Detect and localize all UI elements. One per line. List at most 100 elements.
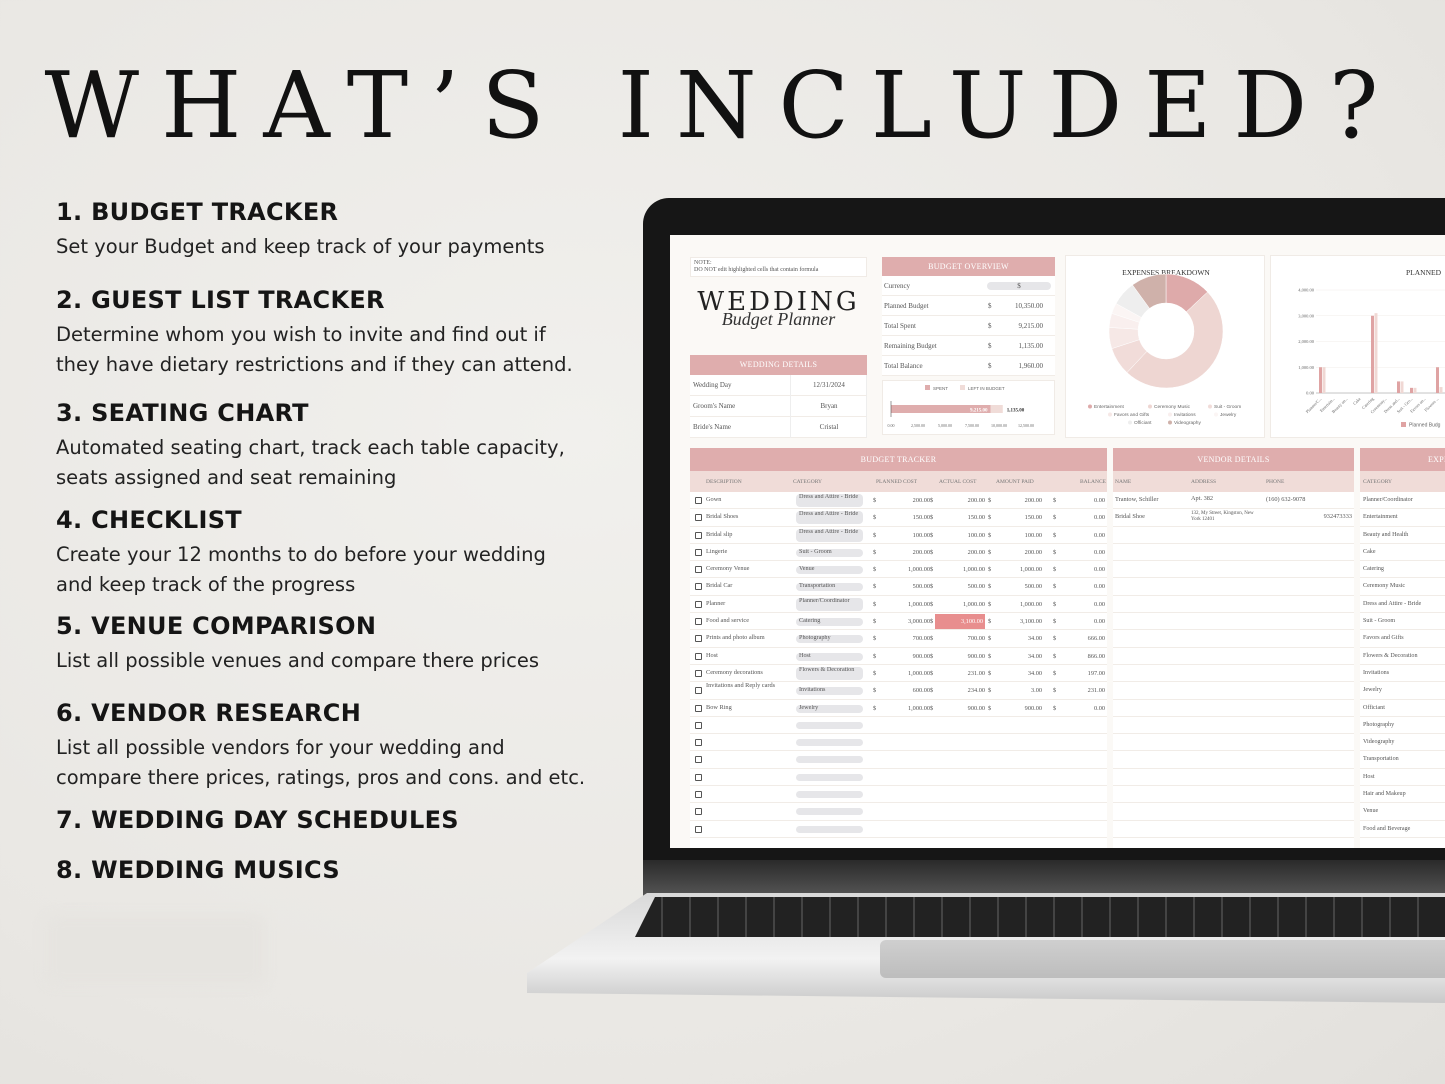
category-chip[interactable]: Suit - Groom xyxy=(796,548,863,557)
currency-symbol: $ xyxy=(1053,635,1057,643)
category-chip[interactable]: Dress and Attire - Bride xyxy=(796,494,863,507)
category-chip[interactable]: Photography xyxy=(796,635,863,644)
checkbox[interactable] xyxy=(695,773,702,781)
currency-symbol: $ xyxy=(873,635,877,643)
bar xyxy=(1322,367,1326,393)
expense-category-row: Hair and Makeup xyxy=(1360,786,1445,804)
category-chip[interactable] xyxy=(796,808,863,816)
currency-symbol: $ xyxy=(1053,548,1057,556)
category-chip[interactable]: Dress and Attire - Bride xyxy=(796,511,863,525)
category-chip[interactable]: Catering xyxy=(796,618,863,627)
table-row: Bridal slip Dress and Attire - Bride $100.… xyxy=(690,527,1107,544)
feature-item: 1. BUDGET TRACKER Set your Budget and kee… xyxy=(56,198,545,262)
overview-label: Planned Budget xyxy=(884,302,929,310)
checkbox[interactable] xyxy=(695,739,702,747)
checkbox[interactable] xyxy=(695,497,702,504)
description-cell: Bridal Shoes xyxy=(706,513,739,521)
category-chip[interactable] xyxy=(796,791,863,799)
legend-swatch xyxy=(925,385,930,390)
checkbox[interactable] xyxy=(695,600,702,608)
column-header: CATEGORY xyxy=(1363,479,1393,485)
checkbox[interactable] xyxy=(695,808,702,816)
table-row: Trantow, Schiller Apt. 382 (160) 632-9078 xyxy=(1113,492,1354,510)
chart-title: PLANNED xyxy=(1406,268,1442,277)
category-chip[interactable]: Flowers & Decoration xyxy=(796,666,863,680)
description-cell: Ceremony Venue xyxy=(706,565,750,573)
bar xyxy=(1439,387,1443,393)
currency-symbol: $ xyxy=(1053,704,1057,712)
column-header: PLANNED COST xyxy=(876,479,918,485)
checkbox[interactable] xyxy=(695,721,702,729)
expense-category-row: Entertainment xyxy=(1360,509,1445,527)
amount-cell: 150.00 xyxy=(967,514,985,522)
budget-tracker-header: BUDGET TRACKER xyxy=(690,448,1107,471)
checkbox[interactable] xyxy=(695,756,702,764)
currency-symbol: $ xyxy=(988,548,992,556)
checkbox[interactable] xyxy=(695,618,702,626)
checkbox[interactable] xyxy=(695,583,702,591)
legend-swatch xyxy=(1108,412,1112,417)
checkbox[interactable] xyxy=(695,669,702,677)
vendor-details-header: VENDOR DETAILS xyxy=(1113,448,1354,471)
amount-cell: 231.00 xyxy=(967,669,985,677)
currency-symbol: $ xyxy=(873,669,877,677)
overview-value: 10,350.00 xyxy=(1015,302,1043,310)
category-chip[interactable] xyxy=(796,773,863,781)
table-row xyxy=(1113,665,1354,683)
currency-symbol: $ xyxy=(930,652,934,660)
category-chip[interactable]: Planner/Coordinator xyxy=(796,597,863,611)
category-chip[interactable]: Host xyxy=(796,652,863,661)
checkbox[interactable] xyxy=(695,825,702,833)
checkbox[interactable] xyxy=(695,791,702,799)
category-chip[interactable]: Dress and Attire - Bride xyxy=(796,528,863,542)
table-row: Bridal Shoe 132, My Street, Kingston, New… xyxy=(1113,509,1354,527)
checkbox[interactable] xyxy=(695,548,702,556)
currency-symbol: $ xyxy=(988,652,992,660)
expense-category-row: Invitations xyxy=(1360,665,1445,683)
amount-cell: 900.00 xyxy=(912,652,930,660)
category-chip[interactable] xyxy=(796,739,863,747)
expense-category: Videography xyxy=(1363,739,1395,746)
category-chip[interactable] xyxy=(796,756,863,764)
currency-symbol: $ xyxy=(1053,669,1057,677)
checkbox[interactable] xyxy=(695,687,702,695)
currency-symbol: $ xyxy=(930,618,934,626)
checkbox[interactable] xyxy=(695,704,702,712)
overview-row: Planned Budget $10,350.00 xyxy=(882,296,1055,316)
currency-symbol: $ xyxy=(1053,600,1057,608)
page-title: WHAT’S INCLUDED? xyxy=(44,52,1401,159)
detail-value[interactable]: Bryan xyxy=(790,396,867,417)
currency-select[interactable]: $ xyxy=(987,282,1051,290)
checkbox[interactable] xyxy=(695,566,702,574)
category-chip[interactable]: Venue xyxy=(796,566,863,575)
category-chip[interactable] xyxy=(796,721,863,729)
amount-cell: 34.00 xyxy=(1027,652,1042,660)
feature-item: 7. WEDDING DAY SCHEDULES xyxy=(56,806,459,834)
table-row: Planner Planner/Coordinator $1,000.00 $1,00… xyxy=(690,596,1107,614)
legend-label: Ceremony Music xyxy=(1154,404,1191,410)
description-cell: Lingerie xyxy=(706,547,728,555)
amount-cell: 600.00 xyxy=(912,687,930,695)
category-chip[interactable]: Invitations xyxy=(796,687,863,696)
legend-label: Invitations xyxy=(1174,412,1196,418)
category-chip[interactable]: Transportation xyxy=(796,583,863,592)
overview-value: 9,215.00 xyxy=(1018,322,1044,330)
table-row: Bridal Car Transportation $500.00 $500.00 $5… xyxy=(690,578,1107,596)
legend-label: Entertainment xyxy=(1094,404,1125,410)
checkbox[interactable] xyxy=(695,635,702,643)
detail-value[interactable]: Cristal xyxy=(790,417,867,438)
checkbox[interactable] xyxy=(695,531,702,539)
table-row xyxy=(1113,769,1354,787)
table-row: Ceremony decorations Flowers & Decoration… xyxy=(690,665,1107,683)
checkbox[interactable] xyxy=(695,652,702,660)
column-header: DESCRIPTION xyxy=(706,479,742,485)
expenses-header: EXPENS xyxy=(1360,448,1445,471)
currency-symbol: $ xyxy=(988,583,992,591)
feature-description-line: List all possible vendors for your weddi… xyxy=(56,736,505,759)
category-chip[interactable]: Jewelry xyxy=(796,704,863,713)
currency-symbol: $ xyxy=(930,704,934,712)
category-chip[interactable] xyxy=(796,825,863,833)
detail-value[interactable]: 12/31/2024 xyxy=(790,375,867,396)
checkbox[interactable] xyxy=(695,514,702,522)
table-row xyxy=(1113,561,1354,579)
